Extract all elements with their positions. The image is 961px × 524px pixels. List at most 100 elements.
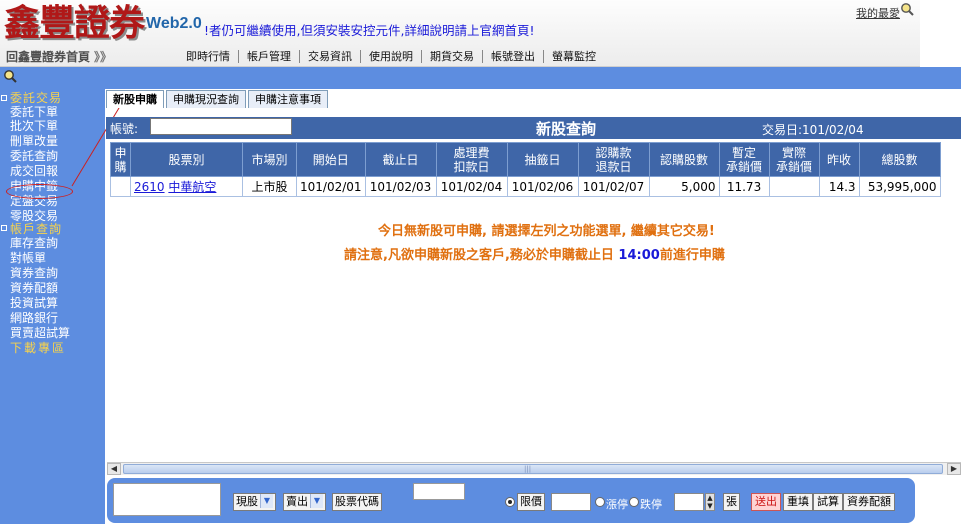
favorites-link[interactable]: 我的最愛 (856, 5, 900, 21)
sidebar-category-account-query[interactable]: 帳戶查詢 (10, 223, 62, 235)
tab-subscription-notes[interactable]: 申購注意事項 (248, 90, 328, 108)
chevron-down-icon: ▼ (260, 494, 273, 508)
col-header-temp-price: 暫定 承銷價 (718, 142, 770, 177)
no-ipo-message: 今日無新股可申購, 請選擇左列之功能選單, 繼續其它交易! (378, 224, 715, 239)
notice-prefix: 請注意,凡欲申購新股之客戶,務必於申購截止日 (344, 248, 614, 263)
col-header-stock: 股票別 (130, 142, 243, 177)
col-header-total-shares: 總股數 (858, 142, 941, 177)
cell-start-date: 101/02/01 (296, 176, 366, 197)
magnifier-icon[interactable] (3, 69, 17, 83)
col-header-refund-date: 認購款 退款日 (577, 142, 650, 177)
account-label: 帳號: (110, 122, 139, 136)
scroll-right-arrow-icon[interactable]: ▶ (947, 463, 961, 475)
unit-label: 張 (723, 493, 740, 511)
sidebar-item-order-query[interactable]: 委託查詢 (10, 150, 58, 162)
quote-display-box (113, 483, 221, 516)
category-expand-icon[interactable] (1, 225, 7, 231)
send-button[interactable]: 送出 (751, 493, 781, 511)
col-header-market: 市場別 (242, 142, 297, 177)
sidebar-item-margin-query[interactable]: 資券查詢 (10, 267, 58, 279)
cell-draw-date: 101/02/06 (506, 176, 579, 197)
sidebar-item-net-buy-sell-calc[interactable]: 買賣超試算 (10, 327, 70, 339)
sidebar-item-margin-quota[interactable]: 資券配額 (10, 282, 58, 294)
toolbar-band (0, 67, 961, 89)
sidebar-item-place-order[interactable]: 委託下單 (10, 106, 58, 118)
nav-screen-monitor[interactable]: 螢幕監控 (544, 50, 604, 63)
nav-futures-trading[interactable]: 期貨交易 (422, 50, 483, 63)
header: 鑫豐證券 Web2.0 !者仍可繼續使用,但須安裝安控元件,詳細說明請上官網首頁… (0, 0, 920, 67)
nav-logout[interactable]: 帳號登出 (483, 50, 544, 63)
tab-ipo-subscription[interactable]: 新股申購 (106, 90, 164, 108)
col-header-apply: 申購 (110, 142, 131, 177)
sidebar-item-inventory-query[interactable]: 庫存查詢 (10, 237, 58, 249)
nav-user-guide[interactable]: 使用說明 (361, 50, 422, 63)
trade-date: 交易日:101/02/04 (762, 123, 864, 137)
trade-type-value: 現股 (236, 495, 258, 508)
home-link[interactable]: 回鑫豐證券首頁 》》 (6, 48, 112, 65)
horizontal-scrollbar[interactable]: ◀ ||| ▶ (107, 462, 961, 475)
sidebar-item-download-area[interactable]: 下載專區 (10, 342, 66, 354)
grip-icon: ||| (524, 465, 532, 473)
cell-market: 上市股 (242, 176, 297, 197)
limit-down-radio[interactable] (629, 497, 639, 507)
limit-price-radio[interactable] (505, 497, 515, 507)
limit-up-radio[interactable] (595, 497, 605, 507)
marquee-announcement: !者仍可繼續使用,但須安裝安控元件,詳細說明請上官網首頁! (204, 23, 535, 38)
quantity-stepper[interactable]: ▲ ▼ (705, 493, 715, 511)
col-header-draw-date: 抽籤日 (506, 142, 579, 177)
nav-trading-info[interactable]: 交易資訊 (300, 50, 361, 63)
limit-up-label: 漲停 (606, 498, 628, 511)
sidebar-category-order-trading[interactable]: 委託交易 (10, 92, 62, 104)
cell-stock[interactable]: 2610 中華航空 (130, 176, 243, 197)
category-expand-icon[interactable] (1, 95, 7, 101)
cell-apply[interactable] (110, 176, 131, 197)
trade-type-select[interactable]: 現股 ▼ (233, 493, 276, 511)
notice-suffix: 前進行申購 (659, 248, 725, 263)
logo-suffix: Web2.0 (146, 15, 202, 32)
cell-prev-close: 14.3 (818, 176, 860, 197)
side-select[interactable]: 賣出 ▼ (283, 493, 326, 511)
side-value: 賣出 (286, 495, 308, 508)
sidebar-item-fill-report[interactable]: 成交回報 (10, 165, 58, 177)
page-title: 新股查詢 (536, 120, 597, 138)
home-link-label[interactable]: 回鑫豐證券首頁 (6, 50, 90, 64)
col-header-actual-price: 實際 承銷價 (768, 142, 820, 177)
cell-fee-date: 101/02/04 (435, 176, 508, 197)
cell-actual-price (768, 176, 820, 197)
account-input[interactable] (150, 118, 292, 135)
tab-subscription-status[interactable]: 申購現況查詢 (166, 90, 246, 108)
nav-realtime-quotes[interactable]: 即時行情 (178, 50, 239, 63)
table-header-row: 申購 股票別 市場別 開始日 截止日 處理費 扣款日 抽籤日 認購款 退款日 認購股… (110, 142, 941, 177)
magnifier-icon[interactable] (900, 2, 914, 16)
stock-code-input[interactable]: 股票代碼 (332, 493, 382, 511)
reset-button[interactable]: 重填 (783, 493, 813, 511)
sidebar-item-batch-order[interactable]: 批次下單 (10, 120, 58, 132)
ipo-table: 申購 股票別 市場別 開始日 截止日 處理費 扣款日 抽籤日 認購款 退款日 認購股… (110, 142, 941, 197)
title-bar: 帳號: 新股查詢 交易日:101/02/04 (106, 117, 961, 139)
scroll-left-arrow-icon[interactable]: ◀ (107, 463, 121, 475)
chevron-down-icon: ▼ (310, 494, 323, 508)
order-bar: 現股 ▼ 賣出 ▼ 股票代碼 限價 漲停 跌停 ▲ ▼ 張 送出 重填 試算 資券配額 (107, 478, 915, 523)
col-header-shares: 認購股數 (648, 142, 720, 177)
stock-code-link[interactable]: 2610 (134, 180, 165, 194)
stock-name-link[interactable]: 中華航空 (168, 180, 216, 194)
col-header-start-date: 開始日 (296, 142, 366, 177)
sidebar-item-investment-calc[interactable]: 投資試算 (10, 297, 58, 309)
price-display-box (413, 483, 465, 500)
sidebar-item-odd-lot-trading[interactable]: 零股交易 (10, 210, 58, 222)
scroll-thumb[interactable]: ||| (123, 464, 943, 474)
sidebar-item-cancel-modify[interactable]: 刪單改量 (10, 135, 58, 147)
notice-time: 14:00 (618, 248, 660, 263)
quantity-input[interactable] (674, 493, 704, 511)
sidebar: 委託交易 委託下單 批次下單 刪單改量 委託查詢 成交回報 申購中籤 定盤交易 … (0, 89, 105, 524)
ipo-deadline-notice: 請注意,凡欲申購新股之客戶,務必於申購截止日 14:00前進行申購 (344, 244, 725, 263)
price-input[interactable] (551, 493, 591, 511)
sidebar-item-online-banking[interactable]: 網路銀行 (10, 312, 58, 324)
top-nav: 即時行情 帳戶管理 交易資訊 使用說明 期貨交易 帳號登出 螢幕監控 (178, 50, 604, 63)
sidebar-item-statement[interactable]: 對帳單 (10, 252, 46, 264)
calc-button[interactable]: 試算 (813, 493, 843, 511)
nav-account-management[interactable]: 帳戶管理 (239, 50, 300, 63)
margin-quota-button[interactable]: 資券配額 (843, 493, 895, 511)
limit-down-label: 跌停 (640, 498, 662, 511)
limit-price-label[interactable]: 限價 (517, 493, 545, 511)
